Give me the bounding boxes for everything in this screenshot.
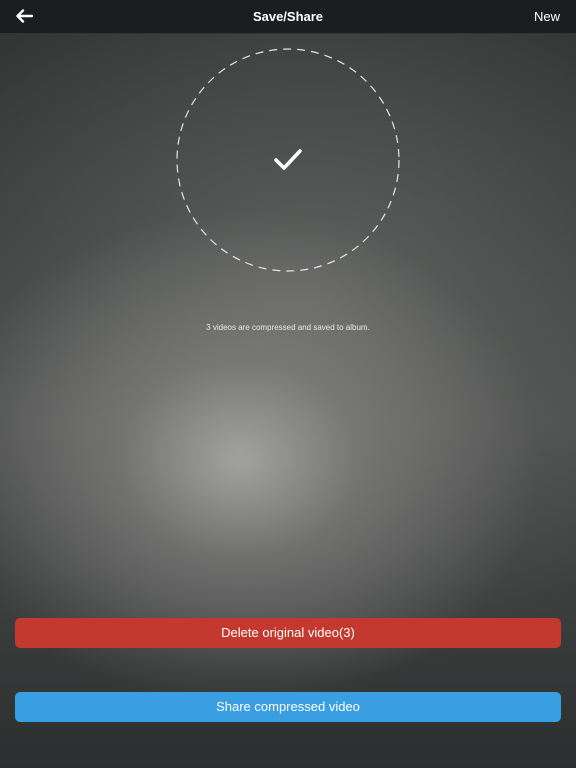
back-button[interactable] xyxy=(12,6,36,26)
delete-original-video-button[interactable]: Delete original video(3) xyxy=(15,618,561,648)
new-button[interactable]: New xyxy=(534,0,560,33)
checkmark-icon xyxy=(274,149,302,170)
share-compressed-video-button[interactable]: Share compressed video xyxy=(15,692,561,722)
top-navigation-bar: Save/Share New xyxy=(0,0,576,34)
status-message: 3 videos are compressed and saved to alb… xyxy=(206,323,370,332)
page-title: Save/Share xyxy=(252,9,324,24)
arrow-left-icon xyxy=(16,9,33,23)
